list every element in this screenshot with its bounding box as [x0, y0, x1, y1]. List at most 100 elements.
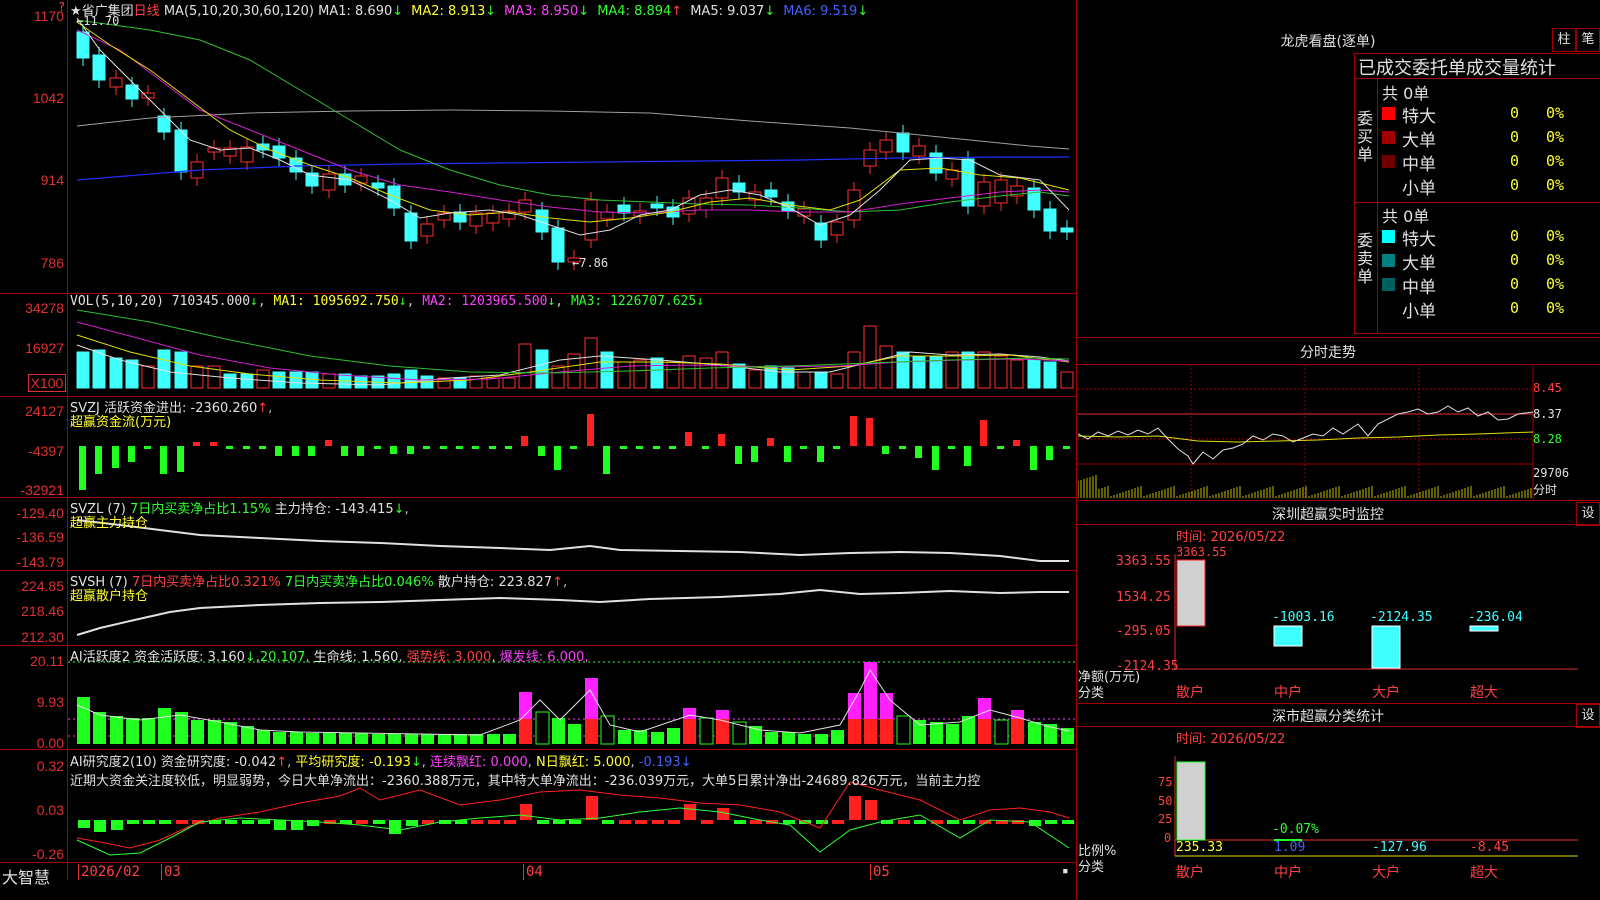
research-bar — [963, 820, 975, 824]
activity-bar — [552, 718, 565, 744]
flow-bar — [948, 446, 955, 449]
activity-bar — [946, 724, 959, 744]
activity-bar — [667, 728, 680, 744]
activity-bar — [978, 698, 991, 719]
candle — [764, 189, 778, 198]
dragon-row-中单: 中单 0 0% — [1382, 273, 1600, 298]
flow-bar — [325, 440, 332, 446]
dragon-row-小单: 小单 0 0% — [1382, 297, 1600, 322]
ai2-header: AI研究度2(10) 资金研究度: -0.042↑, 平均研究度: -0.193… — [70, 755, 692, 770]
activity-bar — [782, 732, 795, 744]
activity-bar — [880, 693, 893, 719]
svzl-tick-2: -136.59 — [16, 529, 64, 545]
research-bar — [225, 820, 237, 824]
ma-values: MA1: 8.690↓ MA2: 8.913↓ MA3: 8.950↓ MA4: 8.… — [318, 4, 876, 19]
flow-bar — [603, 446, 610, 474]
period-label[interactable]: 日线 — [134, 4, 160, 19]
ma-value-4: MA4: 8.894↑ — [597, 4, 683, 19]
candle — [240, 146, 254, 163]
classify-settings-button[interactable]: 设 — [1576, 704, 1600, 728]
vol-unit: X100 — [28, 374, 66, 392]
dragon-row-中单: 中单 0 0% — [1382, 150, 1600, 175]
candle — [371, 182, 385, 189]
volume-bar — [1010, 359, 1024, 389]
classify-mid-pct: -0.07% — [1272, 822, 1319, 837]
svzj-title: 超赢资金流(万元) — [70, 415, 172, 430]
candle — [76, 31, 90, 59]
monitor-settings-button[interactable]: 设 — [1576, 502, 1600, 526]
high-mark: ←11.70 — [76, 14, 120, 28]
research-bar — [717, 808, 729, 820]
monitor-cat-2: 中户 — [1274, 685, 1302, 701]
intraday-tick-3: 8.28 — [1533, 432, 1562, 446]
activity-bar — [405, 734, 418, 744]
activity-bar — [848, 719, 861, 744]
monitor-xlabel: 分类 — [1078, 686, 1105, 701]
buy-total: 共 0单 — [1382, 84, 1430, 103]
flow-bar — [177, 446, 184, 472]
activity-bar — [1011, 719, 1024, 744]
research-bar — [111, 820, 123, 830]
tick-view-button[interactable]: 笔 — [1576, 28, 1600, 52]
mid-net-bar — [1273, 625, 1303, 647]
flow-bar — [128, 446, 135, 462]
ma-value-3: MA3: 8.950↓ — [504, 4, 590, 19]
flow-bar — [899, 446, 906, 449]
research-bar — [1062, 820, 1074, 824]
flow-bar — [95, 446, 102, 474]
activity-bar — [585, 678, 598, 719]
activity-bar — [585, 719, 598, 744]
volume-bar — [223, 373, 237, 389]
flow-bar — [538, 446, 545, 456]
candle — [420, 223, 434, 237]
research-bar — [258, 820, 270, 824]
ai2-tick-1: 0.32 — [36, 758, 64, 774]
column-view-button[interactable]: 柱 — [1552, 28, 1576, 52]
flow-bar — [850, 416, 857, 446]
volume-bar — [830, 373, 844, 389]
activity-bar — [323, 733, 336, 744]
flow-bar — [79, 446, 86, 490]
activity-bar — [306, 733, 319, 744]
volume-bar — [961, 351, 975, 389]
activity-bar — [831, 730, 844, 744]
volume-bar — [322, 373, 336, 389]
row-name: 特大 — [1402, 230, 1436, 250]
flow-bar — [554, 446, 561, 470]
flow-bar — [423, 446, 430, 449]
retail-net-bar — [1176, 559, 1206, 627]
flow-bar — [505, 446, 512, 449]
volume-bar — [174, 351, 188, 389]
flow-bar — [275, 446, 282, 456]
flow-bar — [915, 446, 922, 458]
vol-header: VOL(5,10,20) 710345.000↓, MA1: 1095692.7… — [70, 294, 705, 309]
research-bar — [537, 820, 549, 824]
classify-tick-1: 75 — [1158, 775, 1173, 789]
svzj-tick-3: -32921 — [20, 482, 64, 498]
color-swatch — [1382, 302, 1395, 315]
research-bar — [488, 820, 500, 824]
activity-bar — [503, 734, 516, 744]
svsh-tick-3: 212.30 — [21, 629, 64, 645]
flow-bar — [817, 446, 824, 462]
volume-bar — [272, 371, 286, 389]
research-bar — [94, 820, 106, 832]
flow-bar — [1063, 446, 1070, 449]
candle — [92, 54, 106, 81]
row-pct: 0% — [1546, 227, 1565, 245]
color-swatch — [1382, 155, 1395, 168]
ai2-tick-3: -0.26 — [32, 846, 64, 862]
candle — [518, 199, 532, 213]
flow-bar — [357, 446, 364, 456]
volume-bar — [289, 371, 303, 389]
flow-bar — [521, 436, 528, 446]
row-count: 0 — [1510, 104, 1520, 122]
flow-bar — [1030, 446, 1037, 470]
candle — [600, 211, 614, 220]
flow-bar — [702, 446, 709, 449]
activity-bar — [372, 734, 385, 744]
lock-icon[interactable]: ▪ — [1062, 864, 1069, 877]
volume-bar — [502, 377, 516, 389]
color-swatch — [1382, 254, 1395, 267]
left-chart-area[interactable]: ★省广集团日线 MA(5,10,20,30,60,120) MA1: 8.690… — [0, 0, 1077, 900]
